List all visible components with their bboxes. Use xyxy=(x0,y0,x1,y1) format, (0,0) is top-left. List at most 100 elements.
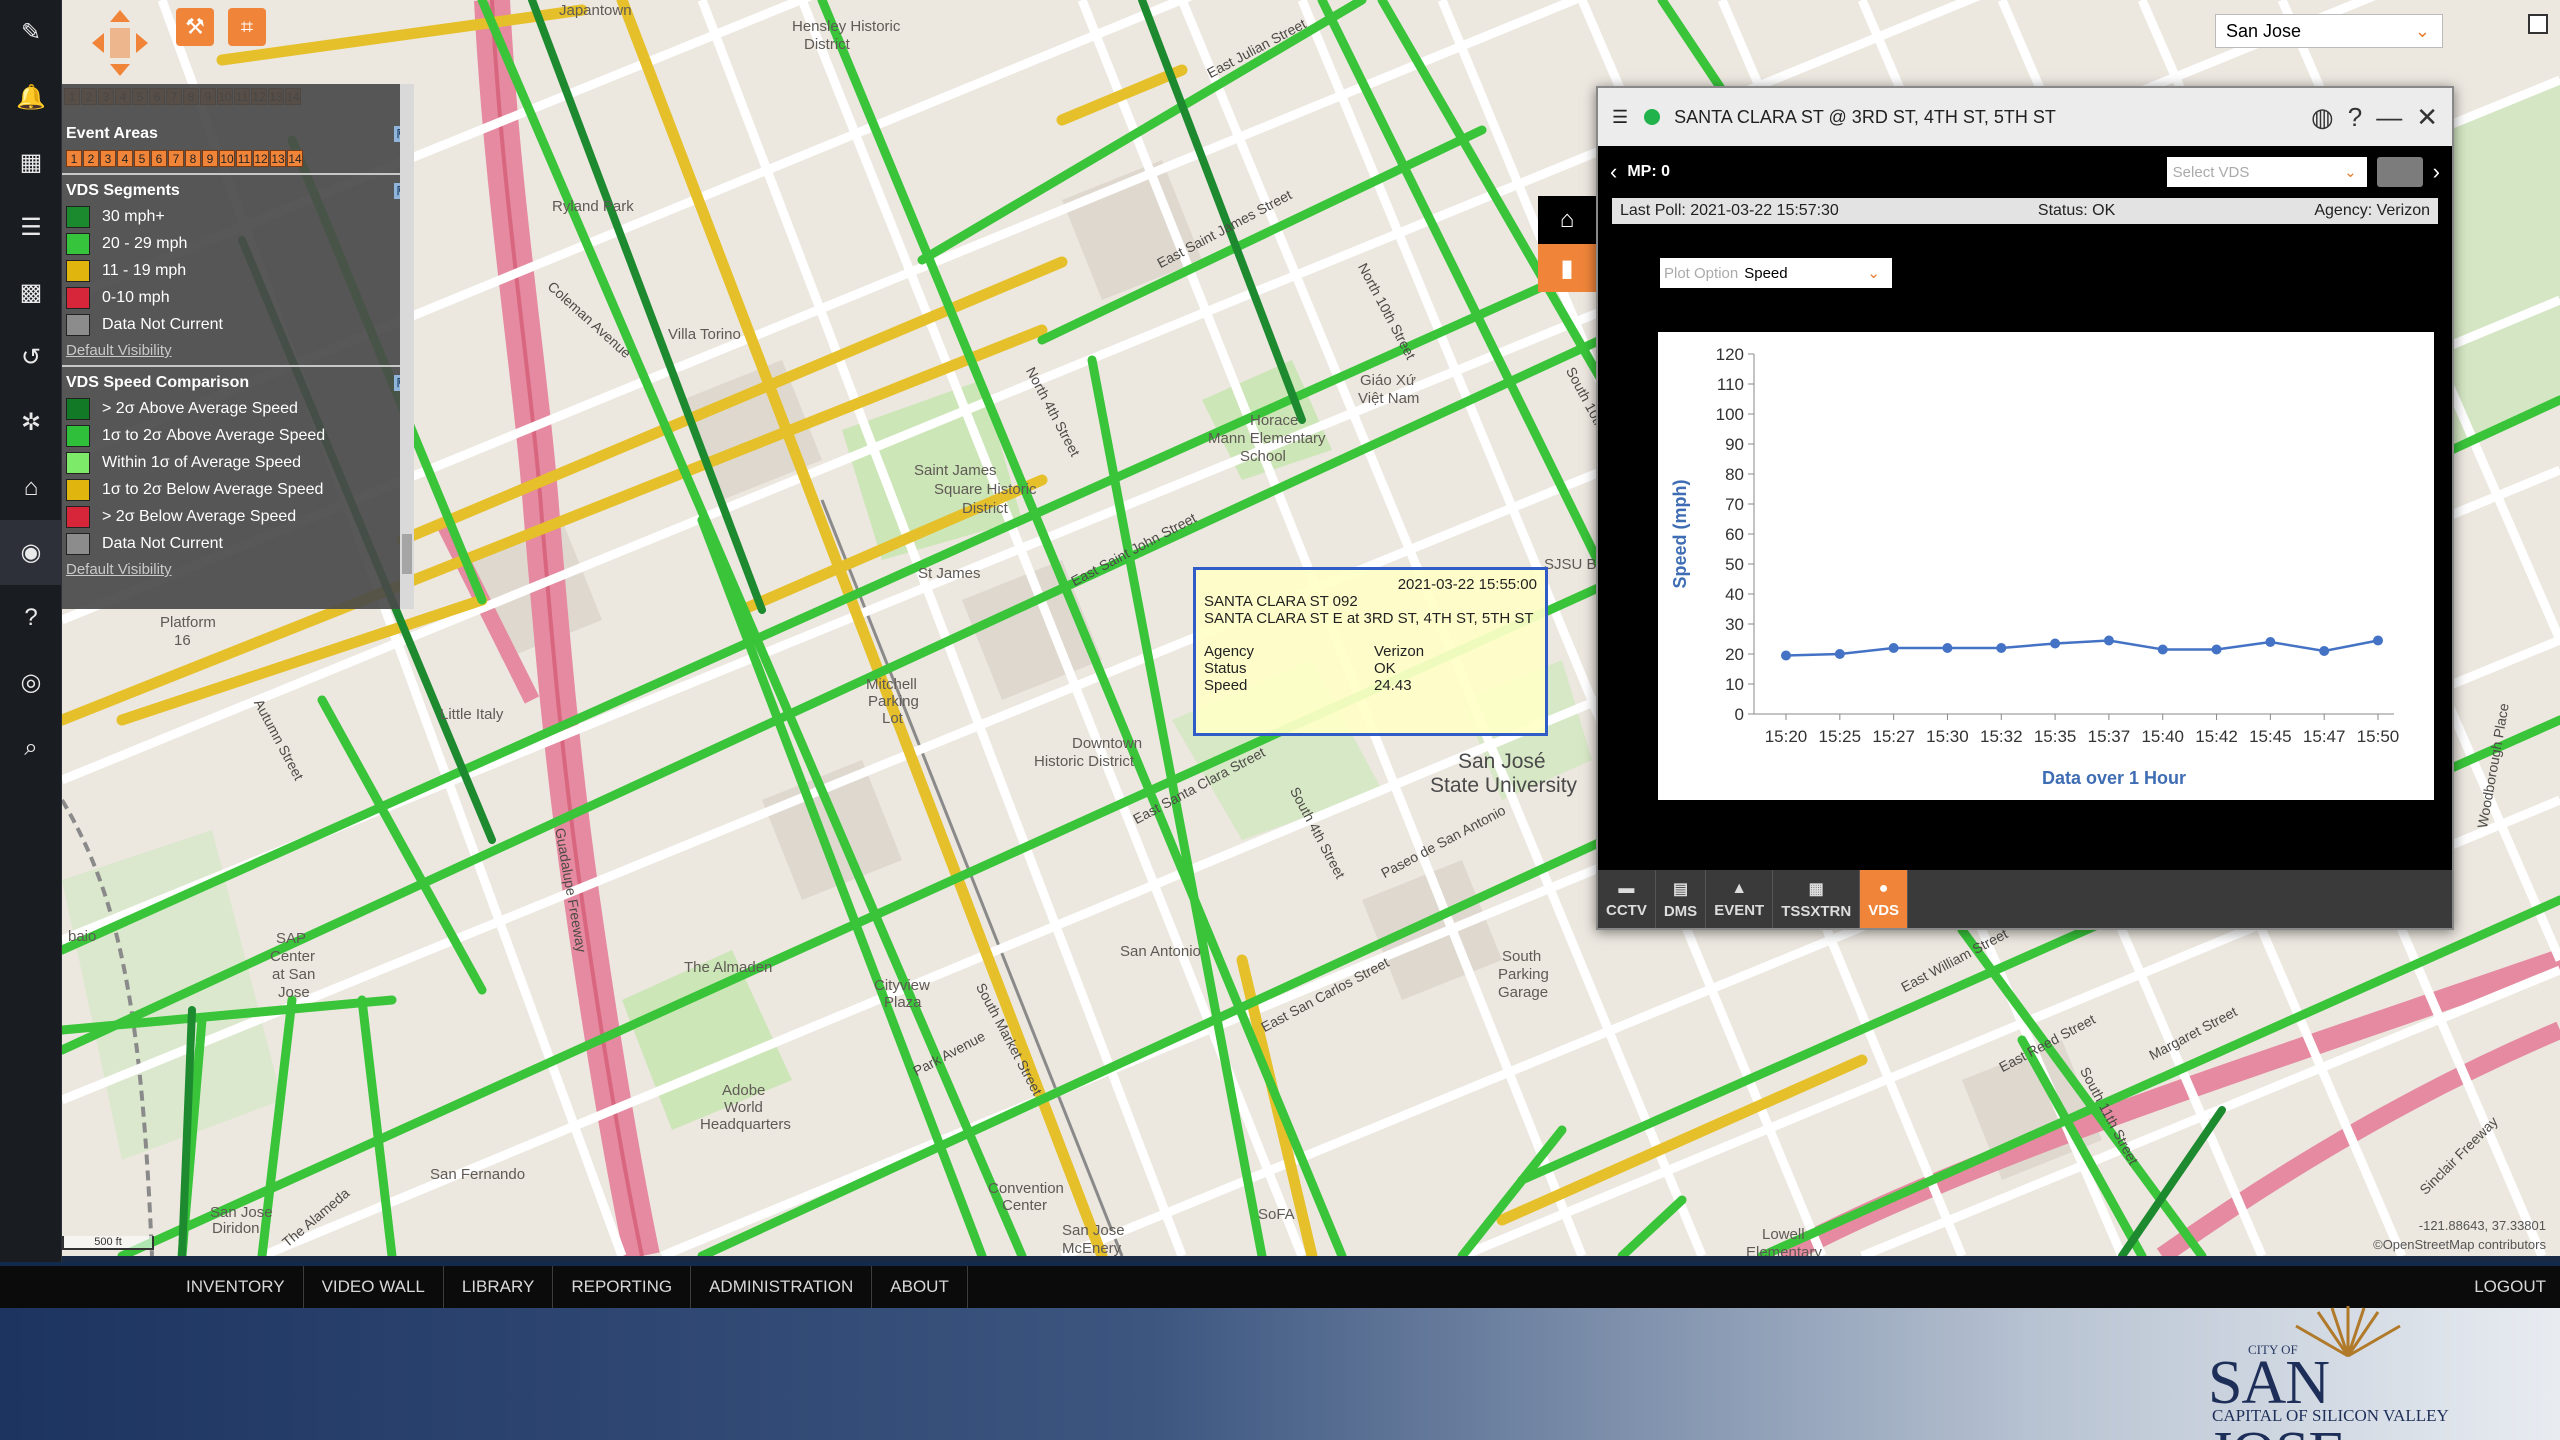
vds-speed-legend-item[interactable]: > 2σ Below Average Speed xyxy=(66,503,410,530)
vds-speed-legend-item[interactable]: Data Not Current xyxy=(66,530,410,557)
nav-reporting[interactable]: REPORTING xyxy=(553,1266,692,1308)
event-area-number[interactable]: 4 xyxy=(117,150,133,167)
vds-segment-legend-item[interactable]: 0-10 mph xyxy=(66,284,410,311)
crop-icon[interactable]: ⌗ xyxy=(228,8,266,46)
tab-label: CCTV xyxy=(1606,901,1647,919)
vds-speed-legend-item[interactable]: 1σ to 2σ Above Average Speed xyxy=(66,422,410,449)
default-visibility-link[interactable]: Default Visibility xyxy=(66,342,410,359)
history-icon[interactable]: ↺ xyxy=(0,325,62,390)
tab-cctv[interactable]: ▬ CCTV xyxy=(1598,870,1656,928)
legend-label: 0-10 mph xyxy=(102,288,170,306)
x-tick-label: 15:45 xyxy=(2249,727,2292,746)
bell-icon[interactable]: 🔔 xyxy=(0,65,62,130)
close-icon[interactable]: ✕ xyxy=(2416,102,2438,133)
series-line xyxy=(1785,639,2379,657)
city-logo: CITY OF SAN JOSE CAPITAL OF SILICON VALL… xyxy=(2208,1302,2468,1440)
bar-chart-icon[interactable]: ▮ xyxy=(1538,244,1596,292)
vds-speed-legend-item[interactable]: Within 1σ of Average Speed xyxy=(66,449,410,476)
bridge-icon[interactable]: ⌂ xyxy=(0,455,62,520)
x-tick-label: 15:27 xyxy=(1872,727,1915,746)
data-point xyxy=(2319,646,2330,656)
user-icon[interactable]: ◎ xyxy=(0,650,62,715)
edit-panel-icon[interactable]: ✎ xyxy=(0,0,62,65)
event-area-number[interactable]: 8 xyxy=(185,150,201,167)
event-area-number[interactable]: 3 xyxy=(100,150,116,167)
tab-dms[interactable]: ▤ DMS xyxy=(1656,870,1707,928)
vds-segment-legend-item[interactable]: 20 - 29 mph xyxy=(66,230,410,257)
logout-link[interactable]: LOGOUT xyxy=(2474,1277,2546,1297)
vds-speed-legend-item[interactable]: 1σ to 2σ Below Average Speed xyxy=(66,476,410,503)
settings-icon[interactable]: ✲ xyxy=(0,390,62,455)
legend-label: 1σ to 2σ Above Average Speed xyxy=(102,426,326,444)
legend-scrollbar[interactable] xyxy=(400,84,414,609)
map-icon[interactable]: ▦ xyxy=(0,130,62,195)
color-swatch xyxy=(66,532,90,555)
event-area-number[interactable]: 9 xyxy=(202,150,218,167)
event-area-number[interactable]: 12 xyxy=(253,150,269,167)
data-point xyxy=(1942,643,1953,653)
select-vds-placeholder: Select VDS xyxy=(2172,163,2250,181)
bottom-nav: INVENTORY VIDEO WALL LIBRARY REPORTING A… xyxy=(0,1262,2560,1308)
fullscreen-icon[interactable] xyxy=(2528,14,2548,34)
globe-icon[interactable]: ◍ xyxy=(2311,102,2334,133)
tab-vds[interactable]: ● VDS xyxy=(1860,870,1909,928)
legend-panel: Event Areas⇱ 1234567891011121314 VDS Seg… xyxy=(62,84,414,609)
list-icon[interactable]: ☰ xyxy=(0,195,62,260)
x-tick-label: 15:47 xyxy=(2303,727,2346,746)
minimize-icon[interactable]: — xyxy=(2376,102,2402,133)
legend-label: Within 1σ of Average Speed xyxy=(102,453,302,471)
camera-icon[interactable] xyxy=(2376,157,2423,187)
menu-icon[interactable]: ☰ xyxy=(1612,107,1628,128)
grid-icon[interactable]: ▩ xyxy=(0,260,62,325)
agency-text: Agency: Verizon xyxy=(2314,202,2430,219)
home-icon[interactable]: ⌂ xyxy=(1538,196,1596,244)
vds-speed-legend-item[interactable]: > 2σ Above Average Speed xyxy=(66,395,410,422)
nav-video-wall[interactable]: VIDEO WALL xyxy=(304,1266,444,1308)
vds-segments-section: VDS Segments⇱ 30 mph+20 - 29 mph11 - 19 … xyxy=(62,175,414,367)
plot-option-select[interactable]: Plot Option Speed ⌄ xyxy=(1660,258,1892,288)
scale-bar: 500 ft xyxy=(62,1236,154,1250)
select-vds[interactable]: Select VDS ⌄ xyxy=(2166,157,2367,187)
nav-inventory[interactable]: INVENTORY xyxy=(168,1266,304,1308)
y-tick-label: 30 xyxy=(1725,615,1744,634)
logo-tagline: CAPITAL OF SILICON VALLEY xyxy=(2212,1406,2449,1425)
event-area-number[interactable]: 14 xyxy=(287,150,303,167)
search-icon[interactable]: ⌕ xyxy=(0,715,62,780)
tab-label: VDS xyxy=(1868,901,1900,919)
vds-title: SANTA CLARA ST @ 3RD ST, 4TH ST, 5TH ST xyxy=(1674,106,2056,127)
vds-segment-legend-item[interactable]: 30 mph+ xyxy=(66,203,410,230)
event-area-number[interactable]: 13 xyxy=(270,150,286,167)
y-tick-label: 100 xyxy=(1716,405,1744,424)
chevron-down-icon: ⌄ xyxy=(2344,164,2357,181)
x-tick-label: 15:37 xyxy=(2088,727,2131,746)
pan-control[interactable] xyxy=(90,8,150,78)
x-tick-label: 15:32 xyxy=(1980,727,2023,746)
event-area-number[interactable]: 5 xyxy=(134,150,150,167)
city-select[interactable]: San Jose ⌄ xyxy=(2215,14,2443,48)
event-area-number[interactable]: 11 xyxy=(236,150,252,167)
next-icon[interactable]: › xyxy=(2433,159,2440,185)
vds-speed-section: VDS Speed Comparison⇱ > 2σ Above Average… xyxy=(62,367,414,584)
nav-library[interactable]: LIBRARY xyxy=(444,1266,554,1308)
vds-status-bar: Last Poll: 2021-03-22 15:57:30 Status: O… xyxy=(1612,198,2438,224)
event-area-number[interactable]: 2 xyxy=(83,150,99,167)
vds-segment-legend-item[interactable]: Data Not Current xyxy=(66,311,410,338)
prev-icon[interactable]: ‹ xyxy=(1610,159,1617,185)
event-area-number[interactable]: 1 xyxy=(66,150,82,167)
vds-panel: ☰ SANTA CLARA ST @ 3RD ST, 4TH ST, 5TH S… xyxy=(1596,86,2454,930)
layers-icon[interactable]: ◉ xyxy=(0,520,62,585)
help-icon[interactable]: ? xyxy=(2348,102,2362,133)
tab-tssxtrn[interactable]: ▦ TSSXTRN xyxy=(1773,870,1861,928)
color-swatch xyxy=(66,313,90,336)
event-area-number[interactable]: 6 xyxy=(151,150,167,167)
nav-administration[interactable]: ADMINISTRATION xyxy=(691,1266,873,1308)
wrench-icon[interactable]: ⚒ xyxy=(176,8,214,46)
vds-segment-legend-item[interactable]: 11 - 19 mph xyxy=(66,257,410,284)
tab-event[interactable]: ▲ EVENT xyxy=(1706,870,1774,928)
event-area-number[interactable]: 10 xyxy=(219,150,235,167)
event-area-number[interactable]: 7 xyxy=(168,150,184,167)
default-visibility-link[interactable]: Default Visibility xyxy=(66,561,410,578)
nav-about[interactable]: ABOUT xyxy=(872,1266,968,1308)
y-tick-label: 10 xyxy=(1725,675,1744,694)
help-icon[interactable]: ? xyxy=(0,585,62,650)
